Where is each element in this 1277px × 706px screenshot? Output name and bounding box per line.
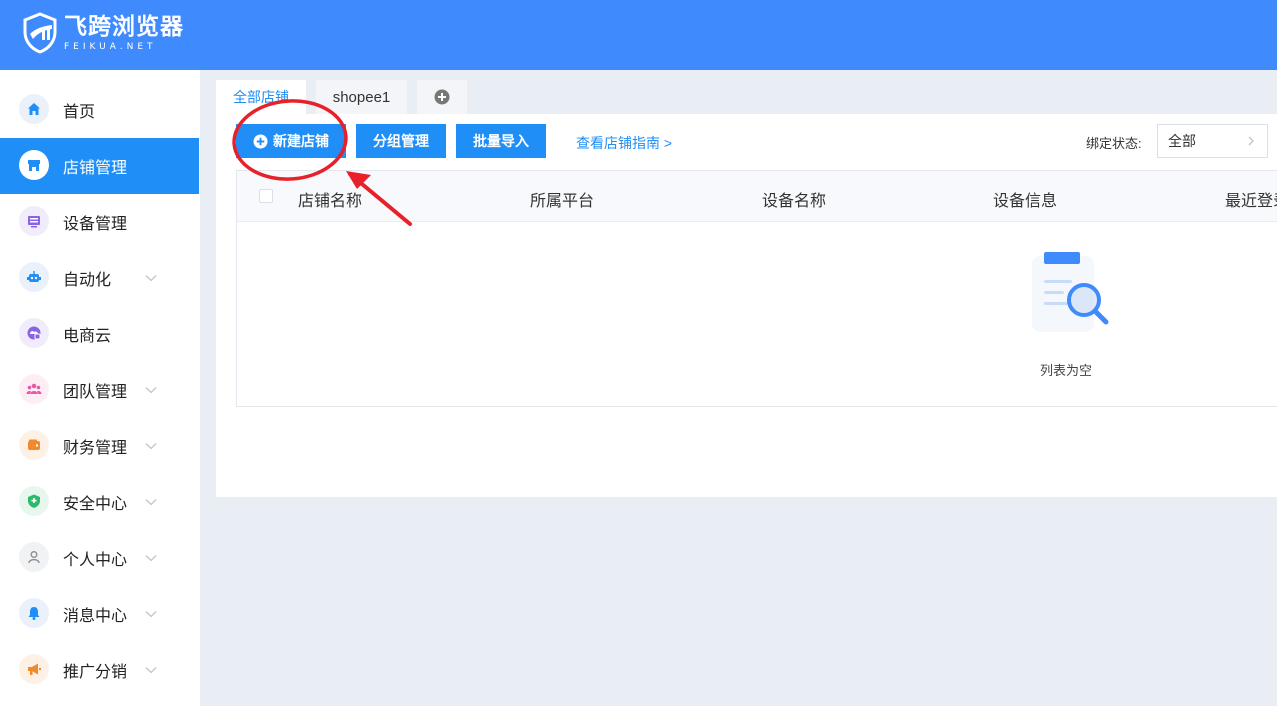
sidebar-item-label: 设备管理 — [63, 216, 128, 233]
empty-list-icon — [1032, 252, 1109, 332]
robot-icon — [19, 262, 49, 292]
chevron-down-icon[interactable] — [144, 607, 158, 621]
column-device-name[interactable]: 设备名称 — [762, 187, 826, 211]
bind-status-label: 绑定状态: — [1086, 136, 1142, 151]
chevron-down-icon[interactable] — [144, 551, 158, 565]
app-logo[interactable]: 飞跨浏览器 FEIKUA.NET — [22, 12, 184, 54]
new-store-label: 新建店铺 — [273, 133, 329, 149]
sidebar-item-label: 消息中心 — [63, 608, 128, 625]
plus-circle-icon — [253, 133, 268, 149]
shield-icon — [19, 486, 49, 516]
batch-import-button[interactable]: 批量导入 — [456, 124, 546, 158]
select-all-checkbox[interactable] — [259, 189, 273, 203]
cloud-icon — [19, 318, 49, 348]
column-platform[interactable]: 所属平台 — [530, 187, 594, 211]
empty-list-text: 列表为空 — [1040, 363, 1093, 378]
sidebar-item-5[interactable]: 电商云 — [0, 306, 199, 362]
tab-shopee1[interactable]: shopee1 — [316, 80, 407, 114]
sidebar-item-9[interactable]: 个人中心 — [0, 530, 199, 586]
app-subtitle: FEIKUA.NET — [64, 42, 157, 52]
user-icon — [19, 542, 49, 572]
sidebar-item-label: 店铺管理 — [63, 160, 128, 177]
sidebar-item-7[interactable]: 财务管理 — [0, 418, 199, 474]
sidebar-item-1[interactable]: 首页 — [0, 82, 199, 138]
add-tab-button[interactable] — [417, 80, 467, 114]
sidebar-item-10[interactable]: 消息中心 — [0, 586, 199, 642]
table-header: 店铺名称 所属平台 设备名称 设备信息 最近登录 — [237, 171, 1277, 222]
sidebar-item-4[interactable]: 自动化 — [0, 250, 199, 306]
column-device-info[interactable]: 设备信息 — [993, 187, 1057, 211]
sidebar-item-label: 个人中心 — [63, 552, 128, 569]
group-manage-button[interactable]: 分组管理 — [356, 124, 446, 158]
chevron-down-icon[interactable] — [144, 495, 158, 509]
column-store-name[interactable]: 店铺名称 — [298, 187, 362, 211]
sidebar-item-3[interactable]: 设备管理 — [0, 194, 199, 250]
megaphone-icon — [19, 654, 49, 684]
chevron-right-icon — [1248, 136, 1254, 146]
chevron-down-icon[interactable] — [144, 439, 158, 453]
top-header: 飞跨浏览器 FEIKUA.NET — [0, 0, 1277, 70]
chevron-down-icon[interactable] — [144, 383, 158, 397]
plus-circle-icon — [434, 89, 450, 105]
sidebar-item-label: 财务管理 — [63, 440, 128, 457]
shield-logo-icon — [23, 12, 57, 54]
sidebar-item-8[interactable]: 安全中心 — [0, 474, 199, 530]
sidebar-item-6[interactable]: 团队管理 — [0, 362, 199, 418]
sidebar-item-2[interactable]: 店铺管理 — [0, 138, 199, 194]
column-last-login[interactable]: 最近登录 — [1225, 187, 1277, 211]
new-store-button[interactable]: 新建店铺 — [236, 124, 346, 158]
device-icon — [19, 206, 49, 236]
sidebar-item-label: 安全中心 — [63, 496, 128, 513]
sidebar-item-11[interactable]: 推广分销 — [0, 642, 199, 698]
home-icon — [19, 94, 49, 124]
sidebar: 首页店铺管理设备管理自动化电商云团队管理财务管理安全中心个人中心消息中心推广分销 — [0, 70, 200, 706]
sidebar-item-label: 电商云 — [63, 328, 112, 345]
bell-icon — [19, 598, 49, 628]
store-icon — [19, 150, 49, 180]
store-guide-link[interactable]: 查看店铺指南 > — [576, 133, 672, 153]
sidebar-item-label: 推广分销 — [63, 664, 128, 681]
wallet-icon — [19, 430, 49, 460]
bind-status-select[interactable]: 全部 — [1157, 124, 1268, 158]
sidebar-item-label: 团队管理 — [63, 384, 128, 401]
team-icon — [19, 374, 49, 404]
tab-all-stores[interactable]: 全部店铺 — [216, 80, 306, 114]
sidebar-item-label: 首页 — [63, 104, 96, 121]
chevron-down-icon[interactable] — [144, 663, 158, 677]
bind-status-value: 全部 — [1168, 133, 1196, 149]
app-title: 飞跨浏览器 — [64, 14, 184, 40]
sidebar-item-label: 自动化 — [63, 272, 112, 289]
chevron-down-icon[interactable] — [144, 271, 158, 285]
store-table: 店铺名称 所属平台 设备名称 设备信息 最近登录 列表为空 — [236, 170, 1277, 407]
